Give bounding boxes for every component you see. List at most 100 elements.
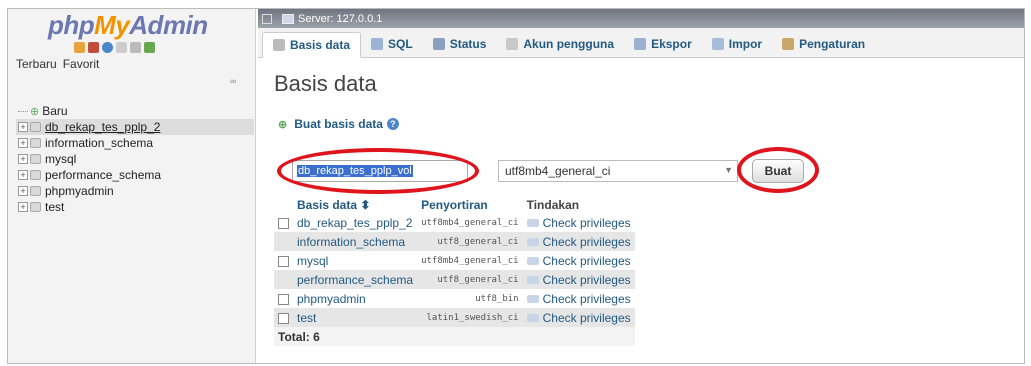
link-with-main-icon[interactable]: ∞ — [230, 76, 236, 86]
database-name-link[interactable]: test — [293, 308, 418, 327]
tree-item-new[interactable]: ⊕ Baru — [16, 103, 254, 119]
tab-import[interactable]: Impor — [702, 31, 772, 57]
tab-sql[interactable]: SQL — [361, 31, 423, 57]
page-title: Basis data — [274, 71, 377, 96]
check-privileges-link[interactable]: Check privileges — [526, 270, 631, 289]
tree-item-mysql[interactable]: + mysql — [16, 151, 254, 167]
help-icon[interactable]: ? — [386, 118, 399, 130]
import-icon — [711, 38, 724, 50]
main-content: Server: 127.0.0.1 Basis data SQL Status … — [258, 9, 1024, 363]
check-privileges-link[interactable]: Check privileges — [526, 308, 631, 327]
table-row: mysql utf8mb4_general_ci Check privilege… — [274, 251, 635, 270]
nav-tabs: Terbaru Favorit — [16, 57, 99, 71]
collapse-nav-icon[interactable] — [262, 13, 272, 24]
row-checkbox[interactable] — [278, 312, 289, 324]
reload-icon[interactable] — [144, 42, 155, 53]
tree-item-information-schema[interactable]: + information_schema — [16, 135, 254, 151]
tree-branch — [18, 110, 28, 112]
tree-item-db-rekap[interactable]: + db_rekap_tes_pplp_2 — [16, 119, 254, 135]
database-tree: ⊕ Baru + db_rekap_tes_pplp_2 + informati… — [16, 103, 254, 215]
collation-value: utf8mb4_general_ci — [505, 164, 611, 178]
phpmyadmin-logo[interactable]: phpMyAdmin — [48, 10, 208, 41]
expand-icon[interactable]: + — [18, 186, 28, 196]
column-header-collation[interactable]: Penyortiran — [417, 197, 523, 213]
annotation-ring-input — [277, 148, 479, 194]
sort-arrow-icon: ⬍ — [360, 198, 371, 212]
database-icon — [30, 170, 41, 180]
database-name-link[interactable]: performance_schema — [293, 270, 418, 289]
database-icon — [30, 154, 41, 164]
table-row: performance_schema utf8_general_ci Check… — [274, 270, 635, 289]
collation-cell: utf8_general_ci — [417, 270, 523, 289]
check-privileges-link[interactable]: Check privileges — [526, 251, 631, 270]
table-row: db_rekap_tes_pplp_2 utf8mb4_general_ci C… — [274, 213, 635, 232]
help-icon[interactable] — [102, 42, 113, 53]
table-row: information_schema utf8_general_ci Check… — [274, 232, 635, 251]
annotation-ring-button — [737, 147, 819, 193]
status-icon — [432, 38, 445, 50]
logout-icon[interactable] — [88, 42, 99, 53]
table-header-row: Basis data ⬍ Penyortiran Tindakan — [274, 197, 635, 213]
check-privileges-link[interactable]: Check privileges — [526, 213, 631, 232]
tree-item-test[interactable]: + test — [16, 199, 254, 215]
create-database-heading[interactable]: ⊕ Buat basis data ? — [278, 117, 399, 131]
database-icon — [30, 122, 41, 132]
total-count: Total: 6 — [274, 327, 635, 346]
collation-cell: utf8_bin — [417, 289, 523, 308]
server-breadcrumb[interactable]: Server: 127.0.0.1 — [282, 13, 382, 25]
table-total-row: Total: 6 — [274, 327, 635, 346]
export-icon — [634, 38, 647, 50]
privileges-icon — [526, 237, 539, 246]
row-checkbox[interactable] — [278, 255, 289, 267]
tab-status[interactable]: Status — [423, 31, 497, 57]
settings-icon — [782, 38, 795, 50]
server-breadcrumb-bar: Server: 127.0.0.1 — [258, 9, 1024, 28]
quick-icons — [74, 42, 155, 53]
tab-export[interactable]: Ekspor — [624, 31, 702, 57]
database-icon — [30, 186, 41, 196]
database-name-link[interactable]: phpmyadmin — [293, 289, 418, 308]
nav-tab-favorites[interactable]: Favorit — [63, 57, 100, 71]
table-row: phpmyadmin utf8_bin Check privileges — [274, 289, 635, 308]
row-checkbox[interactable] — [278, 217, 289, 229]
sql-icon — [371, 38, 384, 50]
check-privileges-link[interactable]: Check privileges — [526, 232, 631, 251]
privileges-icon — [526, 218, 539, 227]
check-privileges-link[interactable]: Check privileges — [526, 289, 631, 308]
expand-icon[interactable]: + — [18, 138, 28, 148]
privileges-icon — [526, 256, 539, 265]
new-database-icon: ⊕ — [278, 118, 288, 131]
privileges-icon — [526, 275, 539, 284]
privileges-icon — [526, 313, 539, 322]
docs-icon[interactable] — [116, 42, 127, 53]
column-header-database[interactable]: Basis data ⬍ — [293, 197, 418, 213]
users-icon — [506, 38, 519, 50]
server-icon — [282, 13, 294, 24]
home-icon[interactable] — [74, 42, 85, 53]
row-checkbox[interactable] — [278, 293, 289, 305]
nav-tab-recent[interactable]: Terbaru — [16, 57, 57, 71]
chevron-down-icon: ▼ — [724, 165, 733, 175]
database-icon — [30, 138, 41, 148]
database-name-link[interactable]: db_rekap_tes_pplp_2 — [293, 213, 418, 232]
collation-select[interactable]: utf8mb4_general_ci ▼ — [498, 160, 738, 182]
column-header-action: Tindakan — [522, 197, 635, 213]
expand-icon[interactable]: + — [18, 154, 28, 164]
navigation-panel: phpMyAdmin Terbaru Favorit ∞ ⊕ Baru + db — [8, 9, 256, 363]
database-icon — [30, 202, 41, 212]
expand-icon[interactable]: + — [18, 122, 28, 132]
new-database-icon: ⊕ — [30, 105, 40, 118]
gear-icon[interactable] — [130, 42, 141, 53]
expand-icon[interactable]: + — [18, 170, 28, 180]
collation-cell: utf8mb4_general_ci — [417, 213, 523, 232]
tab-user-accounts[interactable]: Akun pengguna — [496, 31, 624, 57]
main-tabs: Basis data SQL Status Akun pengguna Eksp… — [258, 28, 1024, 58]
tree-item-performance-schema[interactable]: + performance_schema — [16, 167, 254, 183]
tab-settings[interactable]: Pengaturan — [772, 31, 875, 57]
tab-databases[interactable]: Basis data — [262, 32, 362, 58]
collation-cell: utf8mb4_general_ci — [417, 251, 523, 270]
database-name-link[interactable]: information_schema — [293, 232, 418, 251]
expand-icon[interactable]: + — [18, 202, 28, 212]
tree-item-phpmyadmin[interactable]: + phpmyadmin — [16, 183, 254, 199]
database-name-link[interactable]: mysql — [293, 251, 418, 270]
